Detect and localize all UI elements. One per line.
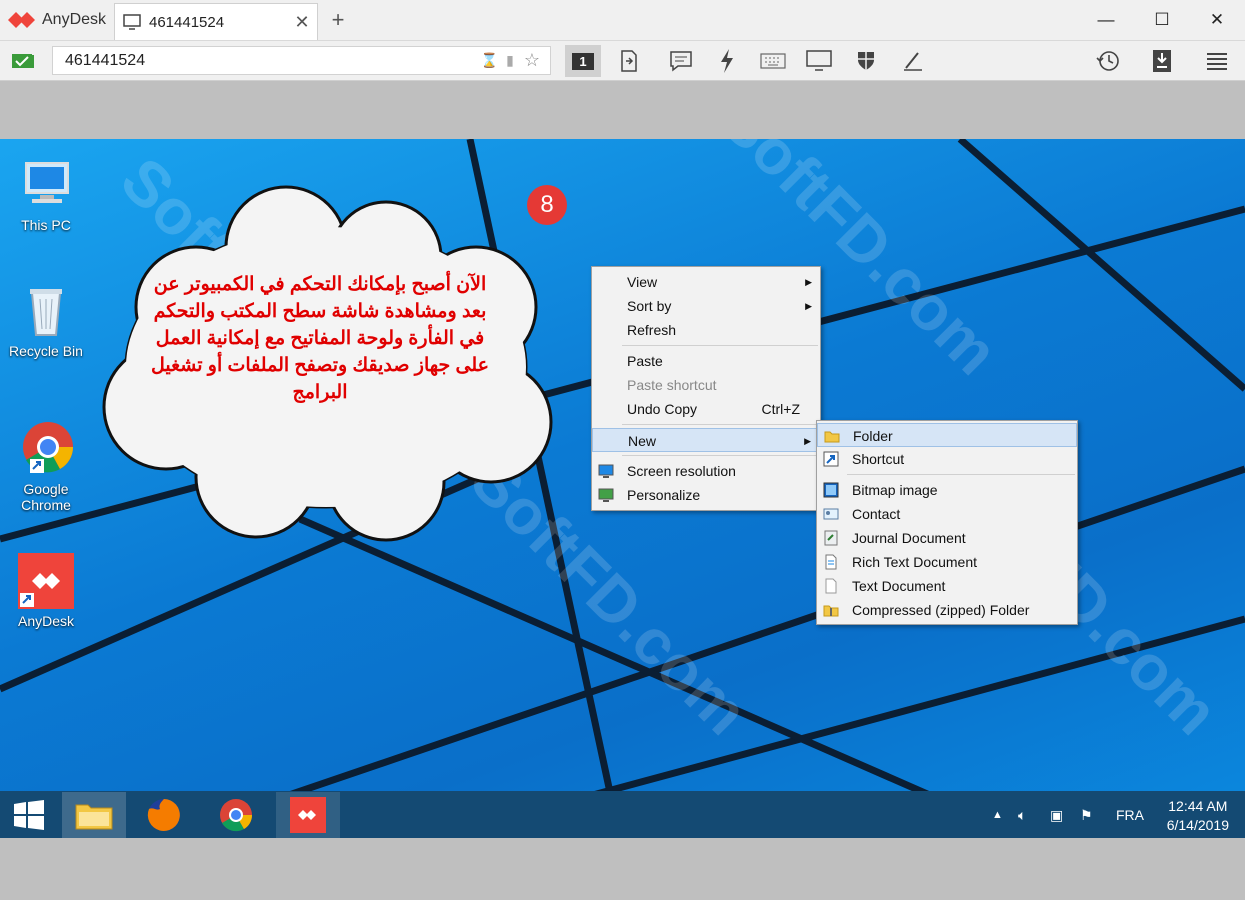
system-clock[interactable]: 12:44 AM 6/14/2019 bbox=[1167, 797, 1229, 835]
menu-item-personalize[interactable]: Personalize bbox=[592, 483, 820, 507]
submenu-item-contact[interactable]: Contact bbox=[817, 502, 1077, 526]
personalize-icon bbox=[598, 488, 614, 502]
menu-separator bbox=[622, 345, 818, 346]
taskbar-chrome[interactable] bbox=[204, 792, 268, 838]
display-number: 1 bbox=[572, 52, 594, 70]
submenu-arrow-icon: ▶ bbox=[804, 436, 811, 446]
submenu-arrow-icon: ▶ bbox=[805, 277, 812, 287]
anydesk-icon bbox=[290, 797, 326, 833]
verified-icon bbox=[12, 53, 32, 68]
menu-separator bbox=[622, 424, 818, 425]
menu-item-refresh[interactable]: Refresh bbox=[592, 318, 820, 342]
submenu-item-text-document[interactable]: Text Document bbox=[817, 574, 1077, 598]
rich-text-document-icon bbox=[825, 554, 837, 570]
desktop-context-menu: View ▶ Sort by ▶ Refresh Paste Paste short… bbox=[591, 266, 821, 511]
anydesk-brand[interactable]: AnyDesk bbox=[8, 7, 106, 33]
desktop-icon-this-pc[interactable]: This PC bbox=[6, 157, 86, 233]
desktop-icon-recycle-bin[interactable]: Recycle Bin bbox=[6, 283, 86, 359]
address-bar[interactable]: ⌛ ▮ ☆ bbox=[12, 46, 551, 75]
journal-document-icon bbox=[824, 530, 838, 546]
menu-item-sort-by[interactable]: Sort by ▶ bbox=[592, 294, 820, 318]
taskbar-firefox[interactable] bbox=[132, 792, 196, 838]
menu-item-undo-copy[interactable]: Undo Copy Ctrl+Z bbox=[592, 397, 820, 421]
bitmap-image-icon bbox=[823, 482, 839, 498]
hamburger-menu-icon[interactable] bbox=[1201, 45, 1233, 77]
folder-icon bbox=[824, 431, 840, 443]
menu-separator bbox=[847, 474, 1075, 475]
firefox-icon bbox=[147, 799, 180, 831]
tab-close-icon[interactable]: ✕ bbox=[287, 12, 317, 33]
menu-item-new[interactable]: New ▶ bbox=[592, 428, 820, 452]
input-language[interactable]: FRA bbox=[1116, 791, 1144, 839]
volume-icon[interactable]: 🔈︎ bbox=[1018, 791, 1026, 839]
title-bar: AnyDesk 461441524 ✕ + — ☐ ✕ bbox=[0, 0, 1245, 41]
screen-resolution-icon bbox=[598, 464, 614, 478]
address-input[interactable] bbox=[63, 50, 481, 71]
desktop-icon-google-chrome[interactable]: Google Chrome bbox=[6, 421, 86, 513]
shortcut-hint: Ctrl+Z bbox=[761, 401, 801, 417]
taskbar-anydesk[interactable] bbox=[276, 792, 340, 839]
network-icon[interactable]: ▣ bbox=[1050, 791, 1063, 839]
file-explorer-icon bbox=[75, 804, 113, 830]
action-center-flag-icon[interactable]: ⚑ bbox=[1080, 791, 1093, 839]
tab-label: 461441524 bbox=[149, 13, 225, 31]
remote-view-margin-top bbox=[0, 81, 1245, 139]
toolbar: ⌛ ▮ ☆ 1 bbox=[0, 41, 1245, 81]
menu-separator bbox=[622, 455, 818, 456]
submenu-item-shortcut[interactable]: Shortcut bbox=[817, 447, 1077, 471]
monitor-icon bbox=[123, 14, 141, 30]
submenu-item-folder[interactable]: Folder bbox=[817, 423, 1077, 447]
submenu-item-compressed-folder[interactable]: Compressed (zipped) Folder bbox=[817, 598, 1077, 622]
taskbar: ▲ 🔈︎ ▣ ⚑ FRA 12:44 AM 6/14/2019 bbox=[0, 791, 1245, 839]
anydesk-icon bbox=[18, 553, 74, 609]
zip-folder-icon bbox=[823, 605, 839, 617]
submenu-arrow-icon: ▶ bbox=[805, 301, 812, 311]
new-submenu: Folder Shortcut Bitmap image Contact Jou… bbox=[816, 420, 1078, 625]
text-document-icon bbox=[825, 578, 837, 594]
clock-date: 6/14/2019 bbox=[1166, 817, 1229, 833]
display-select-button[interactable]: 1 bbox=[565, 45, 601, 77]
session-history-icon[interactable] bbox=[1092, 45, 1124, 77]
callout-text: الآن أصبح بإمكانك التحكم في الكمبيوتر عن… bbox=[150, 274, 490, 403]
menu-item-paste-shortcut: Paste shortcut bbox=[627, 377, 717, 393]
windows-logo-icon bbox=[14, 800, 44, 830]
minimize-button[interactable]: — bbox=[1078, 0, 1134, 40]
database-icon: ▮ bbox=[506, 52, 514, 68]
anydesk-logo-icon bbox=[8, 12, 35, 28]
whiteboard-pen-icon[interactable] bbox=[897, 45, 929, 77]
close-window-button[interactable]: ✕ bbox=[1189, 0, 1245, 40]
chrome-icon bbox=[220, 799, 253, 832]
menu-item-paste[interactable]: Paste bbox=[592, 349, 820, 373]
chrome-icon bbox=[18, 421, 74, 477]
desktop-icon-anydesk[interactable]: AnyDesk bbox=[6, 553, 86, 629]
actions-lightning-icon[interactable] bbox=[711, 45, 743, 77]
submenu-item-rich-text-document[interactable]: Rich Text Document bbox=[817, 550, 1077, 574]
shortcut-icon bbox=[823, 451, 839, 467]
display-settings-icon[interactable] bbox=[803, 45, 835, 77]
keyboard-icon[interactable] bbox=[757, 45, 789, 77]
computer-icon bbox=[18, 157, 74, 213]
clock-time: 12:44 AM bbox=[1168, 798, 1228, 814]
new-tab-button[interactable]: + bbox=[326, 6, 350, 34]
submenu-item-bitmap-image[interactable]: Bitmap image bbox=[817, 478, 1077, 502]
permissions-shield-icon[interactable] bbox=[850, 45, 882, 77]
file-transfer-icon[interactable] bbox=[613, 45, 645, 77]
maximize-button[interactable]: ☐ bbox=[1134, 0, 1190, 40]
remote-desktop[interactable]: SoftFD.com SoftFD.com SoftFD.com SoftFD.… bbox=[0, 139, 1245, 839]
start-button[interactable] bbox=[0, 792, 58, 838]
session-tab[interactable]: 461441524 ✕ bbox=[114, 3, 318, 40]
taskbar-file-explorer[interactable] bbox=[62, 792, 126, 839]
hourglass-icon: ⌛ bbox=[480, 52, 499, 68]
remote-view-margin-bottom bbox=[0, 838, 1245, 900]
submenu-item-journal-document[interactable]: Journal Document bbox=[817, 526, 1077, 550]
favorite-star-icon[interactable]: ☆ bbox=[524, 50, 540, 71]
contact-icon bbox=[823, 508, 839, 520]
menu-item-screen-resolution[interactable]: Screen resolution bbox=[592, 459, 820, 483]
chat-icon[interactable] bbox=[665, 45, 697, 77]
menu-item-view[interactable]: View ▶ bbox=[592, 270, 820, 294]
recycle-bin-icon bbox=[18, 283, 74, 339]
install-download-icon[interactable] bbox=[1146, 45, 1178, 77]
app-name: AnyDesk bbox=[42, 11, 107, 28]
tray-overflow-icon[interactable]: ▲ bbox=[992, 791, 1003, 839]
